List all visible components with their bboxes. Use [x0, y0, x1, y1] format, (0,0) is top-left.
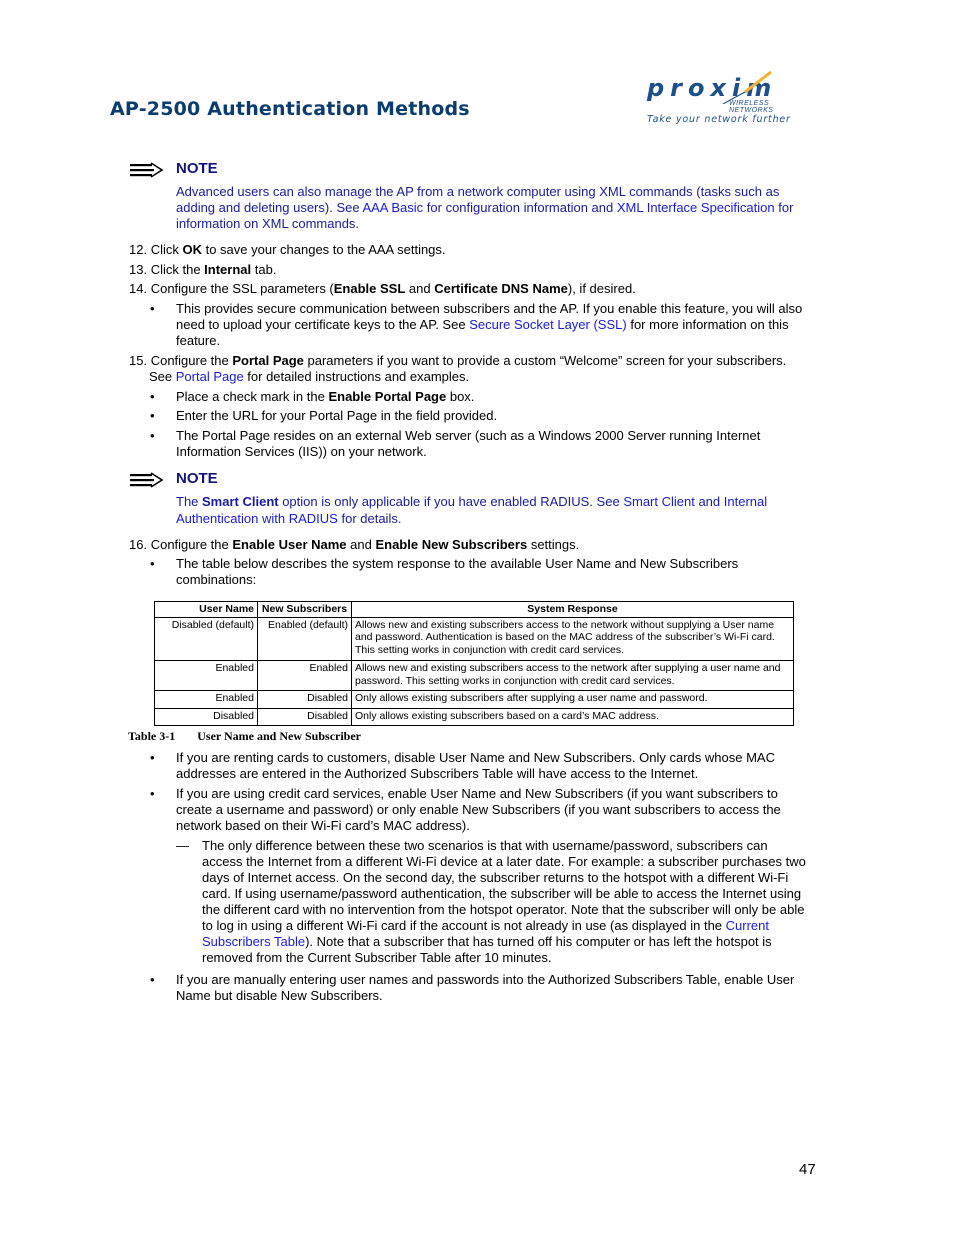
difference-subbullet: The only difference between these two sc…	[202, 838, 806, 965]
step-15: 15. Configure the Portal Page parameters…	[129, 353, 787, 384]
note-heading: NOTE	[176, 160, 218, 177]
bullet-icon: •	[150, 408, 155, 423]
step-15-bullet-2: Enter the URL for your Portal Page in th…	[176, 408, 498, 423]
table-cell: Only allows existing subscribers based o…	[351, 707, 794, 726]
bullet-icon: •	[150, 301, 155, 316]
page-title: AP-2500 Authentication Methods	[110, 98, 470, 120]
dash-icon: —	[176, 838, 189, 853]
table-cell: Enabled (default)	[257, 616, 352, 661]
table-cell: Allows new and existing subscribers acce…	[351, 616, 794, 661]
manual-entry-bullet: If you are manually entering user names …	[176, 972, 795, 1003]
bullet-icon: •	[150, 786, 155, 801]
link-internal-auth-radius[interactable]: Internal	[724, 494, 767, 509]
note-line: information on XML commands.	[176, 216, 360, 231]
table-cell: Disabled (default)	[154, 616, 258, 661]
proxim-logo: proxim WIRELESS NETWORKS Take your netwo…	[645, 70, 805, 130]
link-current-subscribers-table[interactable]: Subscribers Table	[202, 934, 305, 949]
link-ssl[interactable]: Secure Socket Layer (SSL)	[469, 317, 627, 332]
step-16-bullet: The table below describes the system res…	[176, 556, 739, 587]
table-row: Disabled Disabled Only allows existing s…	[154, 707, 794, 726]
step-12: 12. Click OK to save your changes to the…	[129, 242, 446, 257]
renting-bullet: If you are renting cards to customers, d…	[176, 750, 775, 781]
page-number: 47	[799, 1161, 816, 1178]
table-row: Disabled (default) Enabled (default) All…	[154, 616, 794, 661]
link-portal-page[interactable]: Portal Page	[176, 369, 244, 384]
credit-card-bullet: If you are using credit card services, e…	[176, 786, 781, 833]
column-header: New Subscribers	[257, 601, 352, 618]
table-header-row: User Name New Subscribers System Respons…	[154, 601, 794, 618]
table-row: Enabled Disabled Only allows existing su…	[154, 690, 794, 709]
note-body: Advanced users can also manage the AP fr…	[176, 184, 826, 232]
link-aaa-basic[interactable]: AAA Basic	[362, 200, 423, 215]
bullet-icon: •	[150, 556, 155, 571]
table-cell: Enabled	[154, 690, 258, 709]
note-line: adding and deleting users). See AAA Basi…	[176, 200, 794, 215]
bullet-icon: •	[150, 750, 155, 765]
step-14: 14. Configure the SSL parameters (Enable…	[129, 281, 636, 296]
bullet-icon: •	[150, 389, 155, 404]
logo-subtitle: WIRELESS NETWORKS	[729, 100, 774, 114]
column-header: System Response	[351, 601, 794, 618]
link-current-subscribers-table[interactable]: Current	[726, 918, 769, 933]
table-cell: Disabled	[154, 707, 258, 726]
logo-tagline: Take your network further	[647, 114, 791, 125]
table-cell: Enabled	[257, 660, 352, 691]
link-internal-auth-radius[interactable]: Authentication with RADIUS	[176, 511, 338, 526]
note-heading: NOTE	[176, 470, 218, 487]
step-14-bullet: This provides secure communication betwe…	[176, 301, 803, 348]
step-15-bullet-1: Place a check mark in the Enable Portal …	[176, 389, 475, 404]
note-arrow-icon	[130, 472, 164, 488]
column-header: User Name	[154, 601, 258, 618]
note-arrow-icon	[130, 162, 164, 178]
table-cell: Allows new and existing subscribers acce…	[351, 660, 794, 691]
bullet-icon: •	[150, 972, 155, 987]
link-xml-interface-spec[interactable]: XML Interface Specification	[617, 200, 775, 215]
link-smart-client[interactable]: Smart Client	[623, 494, 695, 509]
note-body: The Smart Client option is only applicab…	[176, 494, 768, 526]
logo-swoosh-icon	[722, 70, 772, 104]
step-16: 16. Configure the Enable User Name and E…	[129, 537, 580, 552]
table-caption: Table 3-1 User Name and New Subscriber	[128, 729, 362, 743]
table-cell: Disabled	[257, 707, 352, 726]
subscriber-table: User Name New Subscribers System Respons…	[154, 601, 794, 726]
note-line: Advanced users can also manage the AP fr…	[176, 184, 780, 199]
step-15-bullet-3: The Portal Page resides on an external W…	[176, 428, 761, 459]
table-cell: Enabled	[154, 660, 258, 691]
table-row: Enabled Enabled Allows new and existing …	[154, 660, 794, 691]
table-cell: Only allows existing subscribers after s…	[351, 690, 794, 709]
bullet-icon: •	[150, 428, 155, 443]
step-13: 13. Click the Internal tab.	[129, 262, 277, 277]
table-cell: Disabled	[257, 690, 352, 709]
